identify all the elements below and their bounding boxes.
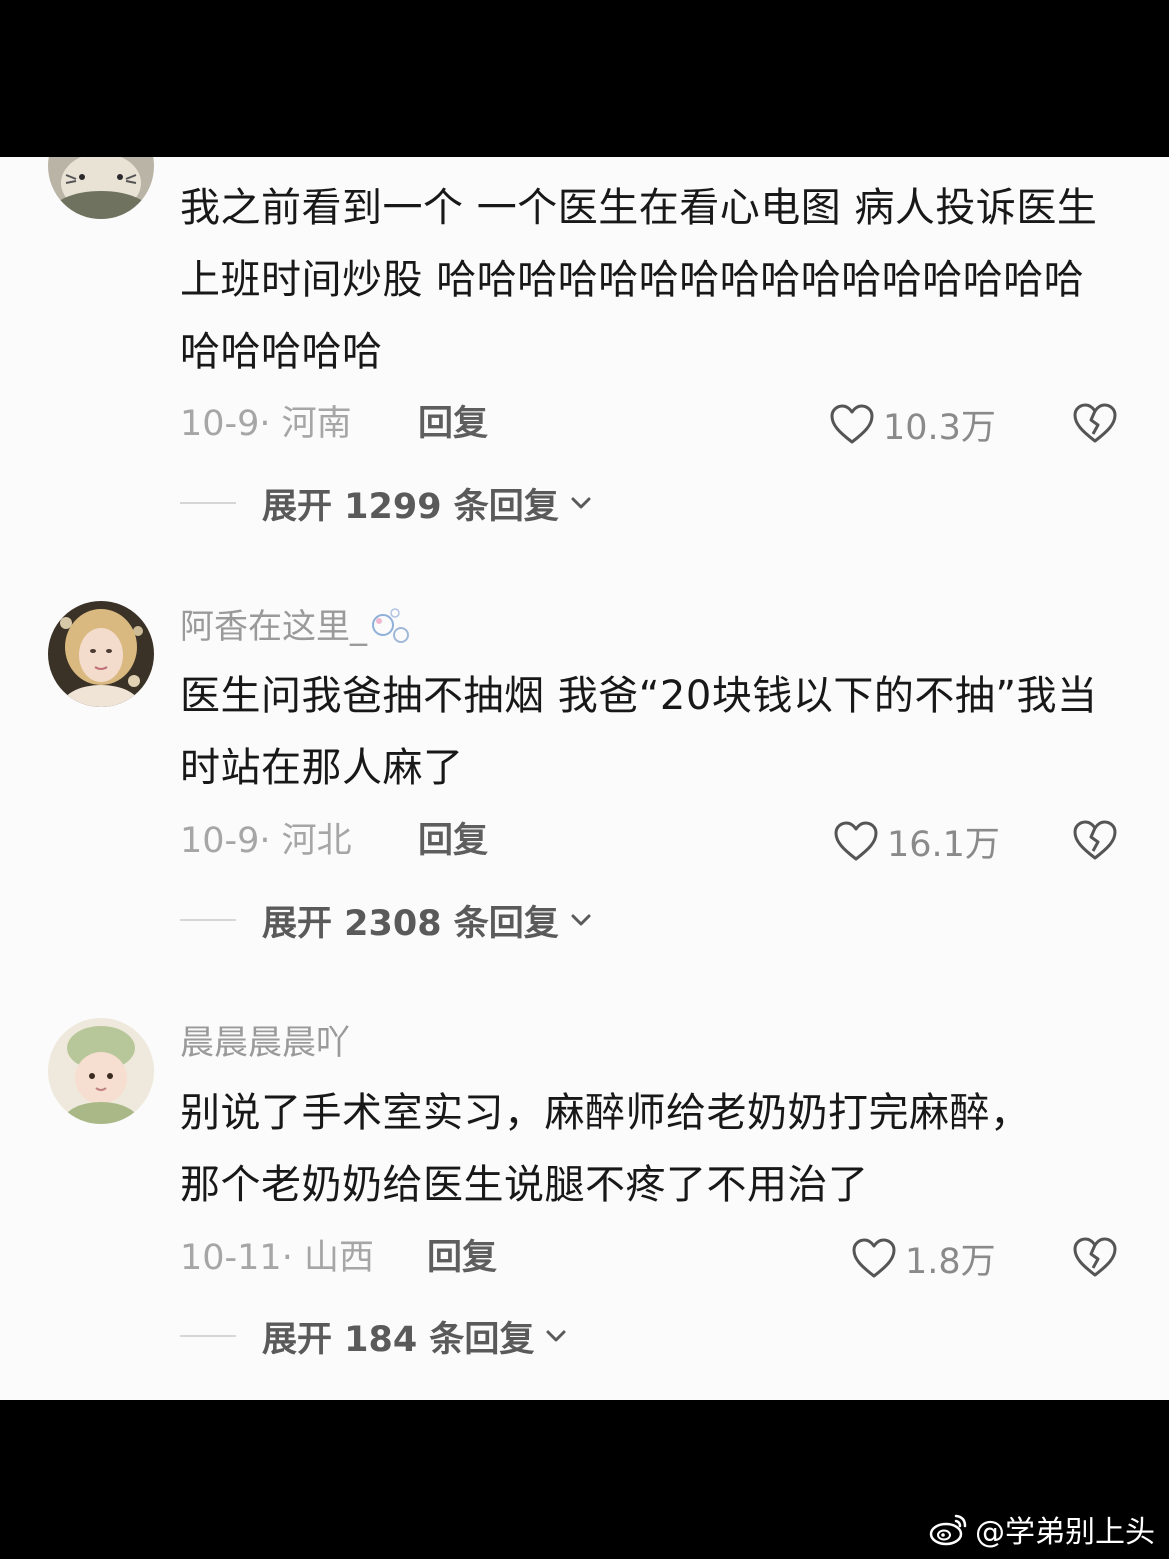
expand-replies-button[interactable]: 展开 2308 条回复 [180, 898, 593, 944]
comment-username[interactable]: 晨晨晨晨吖 [180, 1023, 350, 1063]
comment-text: 别说了手术室实习，麻醉师给老奶奶打完麻醉，那个老奶奶给医生说腿不疼了不用治了 [180, 1090, 1031, 1208]
username-text: 阿香在这里_ [180, 607, 367, 647]
comment-list[interactable]: 我之前看到一个 一个医生在看心电图 病人投诉医生上班时间炒股 哈哈哈哈哈哈哈哈哈… [0, 157, 1169, 1400]
chevron-down-icon [546, 1330, 566, 1342]
expand-replies-button[interactable]: 展开 1299 条回复 [180, 481, 593, 527]
like-count: 1.8万 [905, 1241, 996, 1282]
like-count: 10.3万 [883, 407, 996, 448]
broken-heart-icon [1073, 403, 1117, 443]
like-button[interactable]: 16.1万 [833, 817, 1000, 865]
dislike-button[interactable] [1072, 1235, 1118, 1281]
heart-outline-icon [852, 1238, 896, 1278]
broken-heart-icon [1073, 820, 1117, 860]
bubbles-icon [372, 608, 409, 643]
reply-button[interactable]: 回复 [418, 819, 488, 863]
chevron-down-icon [571, 497, 591, 509]
comment-text: 我之前看到一个 一个医生在看心电图 病人投诉医生上班时间炒股 哈哈哈哈哈哈哈哈哈… [180, 185, 1098, 375]
expand-divider [180, 919, 236, 921]
expand-divider [180, 502, 236, 504]
baby-green-hat-avatar-icon [48, 1018, 154, 1124]
comment-date-location: 10-9· 河南 [180, 404, 352, 444]
watermark: @学弟别上头 [929, 1507, 1155, 1551]
dislike-button[interactable] [1072, 401, 1118, 447]
dislike-button[interactable] [1072, 818, 1118, 864]
heart-outline-icon [830, 404, 874, 444]
broken-heart-icon [1073, 1237, 1117, 1277]
expand-replies-label: 展开 1299 条回复 [262, 486, 559, 527]
watermark-text: @学弟别上头 [975, 1515, 1155, 1550]
top-black-bar [0, 0, 1169, 157]
heart-outline-icon [834, 821, 878, 861]
comment-username[interactable]: 阿香在这里_ [180, 607, 419, 647]
user-avatar[interactable] [48, 157, 154, 219]
expand-divider [180, 1335, 236, 1337]
expand-replies-button[interactable]: 展开 184 条回复 [180, 1314, 568, 1360]
like-button[interactable]: 10.3万 [829, 400, 996, 448]
comment-date-location: 10-11· 山西 [180, 1238, 374, 1278]
like-count: 16.1万 [887, 824, 1000, 865]
user-avatar[interactable] [48, 601, 154, 707]
user-avatar[interactable] [48, 1018, 154, 1124]
reply-button[interactable]: 回复 [427, 1236, 497, 1280]
weibo-logo-icon [929, 1514, 967, 1546]
reply-button[interactable]: 回复 [418, 402, 488, 446]
comment-date-location: 10-9· 河北 [180, 821, 352, 861]
woman-portrait-avatar-icon [48, 601, 154, 707]
partial-avatar-icon [48, 157, 154, 219]
comment-text: 医生问我爸抽不抽烟 我爸“20块钱以下的不抽”我当时站在那人麻了 [180, 673, 1098, 791]
expand-replies-label: 展开 2308 条回复 [262, 903, 559, 944]
chevron-down-icon [571, 914, 591, 926]
like-button[interactable]: 1.8万 [851, 1234, 996, 1282]
expand-replies-label: 展开 184 条回复 [262, 1319, 535, 1360]
